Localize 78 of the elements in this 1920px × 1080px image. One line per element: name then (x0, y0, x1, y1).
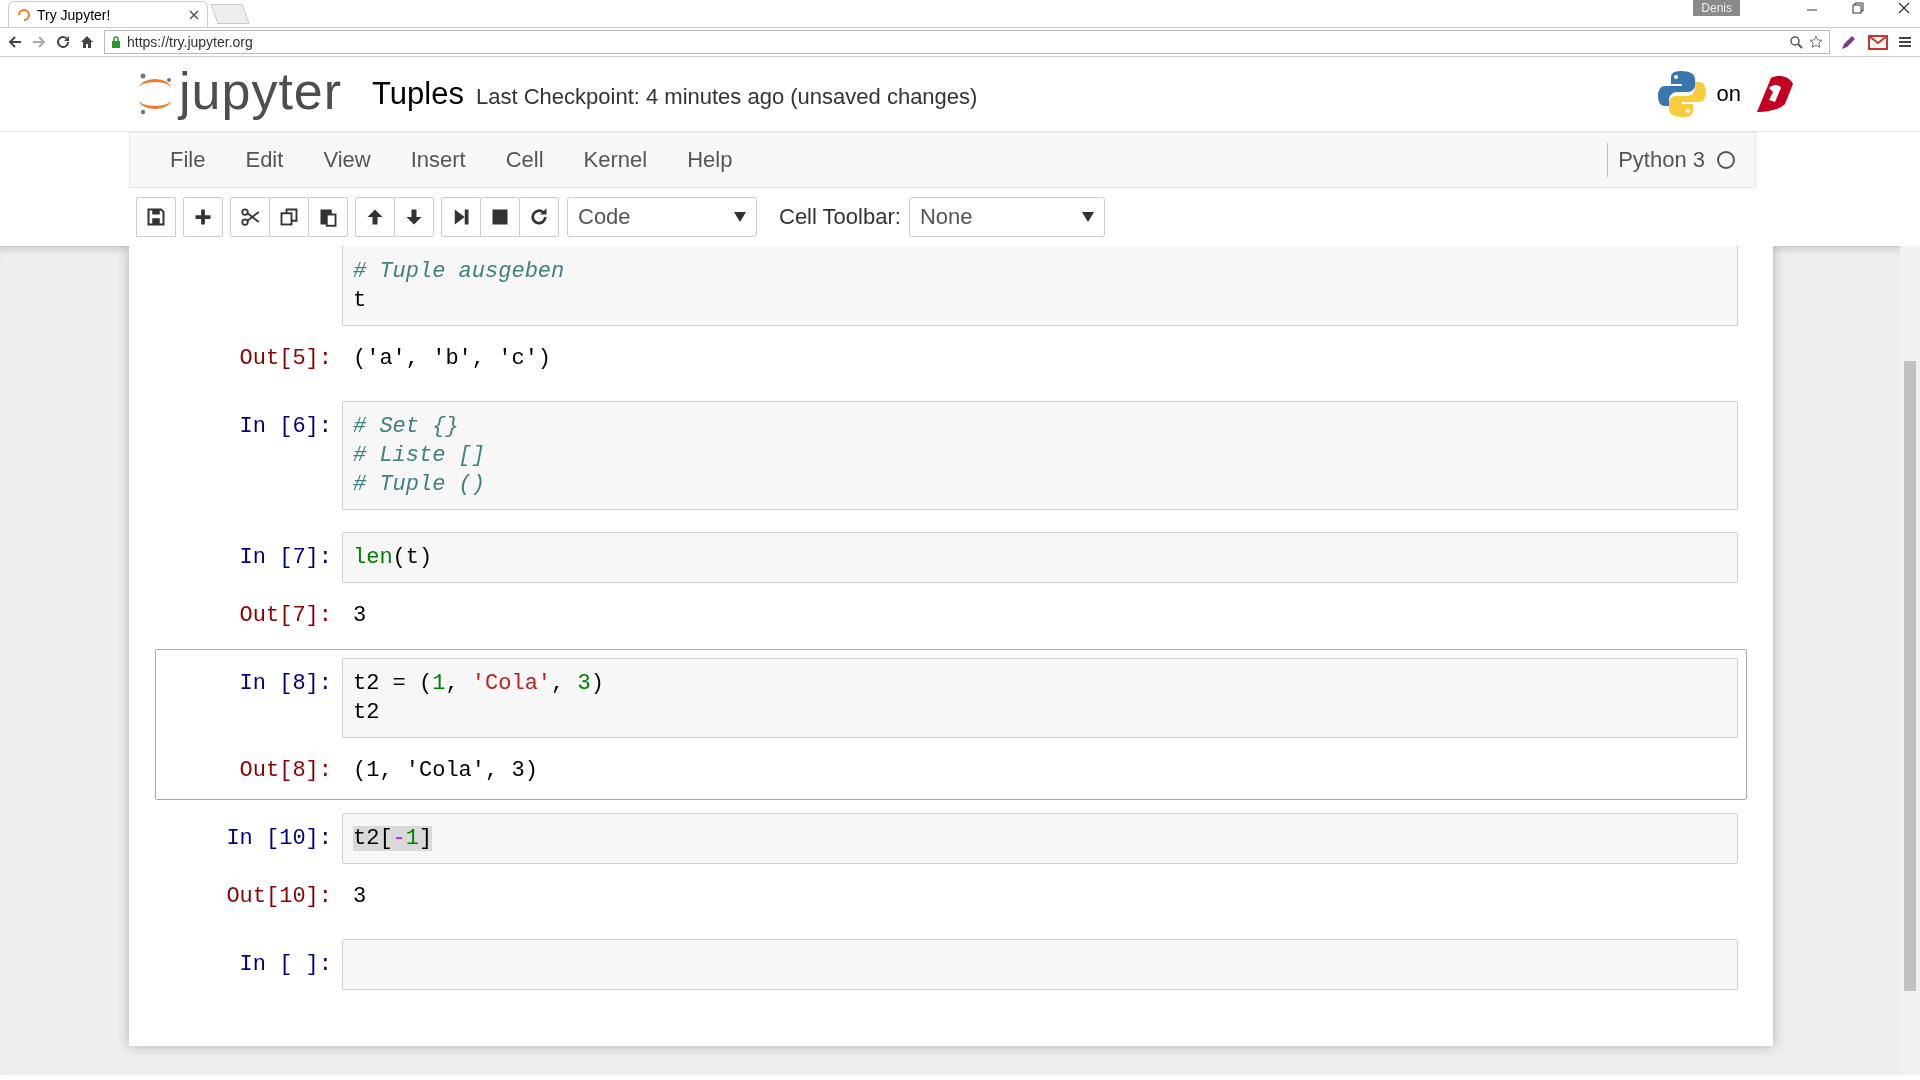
arrow-down-button[interactable] (394, 197, 434, 237)
python-logo-icon (1656, 69, 1707, 119)
code-input-field[interactable]: # Set {} # Liste [] # Tuple () (342, 401, 1738, 510)
arrow-up-icon (365, 207, 385, 227)
stop-icon (490, 207, 510, 227)
pen-icon[interactable] (1840, 33, 1858, 51)
stop-button[interactable] (480, 197, 520, 237)
step-forward-button[interactable] (441, 197, 481, 237)
menu-item[interactable]: View (303, 147, 391, 173)
menu-item[interactable]: Help (667, 147, 753, 173)
scissors-icon (240, 207, 260, 227)
cell-output: ('a', 'b', 'c') (352, 345, 553, 373)
save-button[interactable] (136, 197, 176, 237)
arrow-down-icon (404, 207, 424, 227)
output-prompt: Out[7]: (238, 602, 333, 630)
input-prompt: In [6]: (238, 413, 333, 441)
code-input-field[interactable]: t2 = (1, 'Cola', 3) t2 (342, 658, 1738, 738)
mail-icon[interactable] (1868, 33, 1888, 51)
paste-button[interactable] (308, 197, 348, 237)
arrow-up-button[interactable] (355, 197, 395, 237)
reload-icon[interactable] (56, 35, 70, 49)
notebook-title[interactable]: Tuples (372, 76, 464, 112)
caret-icon (734, 212, 746, 222)
notebook-cell[interactable]: In [6]: # Set {} # Liste [] # Tuple () (155, 392, 1747, 519)
scissors-button[interactable] (230, 197, 270, 237)
copy-button[interactable] (269, 197, 309, 237)
save-icon (146, 207, 166, 227)
code-input-field[interactable]: # Tuple ausgeben t (342, 246, 1738, 326)
loader-icon (17, 7, 31, 22)
refresh-button[interactable] (519, 197, 559, 237)
caret-icon (1081, 212, 1094, 222)
paste-icon (318, 207, 338, 227)
input-prompt: In [8]: (238, 670, 333, 698)
close-icon[interactable] (189, 9, 199, 20)
input-prompt: In [ ]: (238, 951, 333, 979)
cell-type-dropdown[interactable]: Code (567, 197, 757, 237)
kernel-name: Python 3 (1618, 147, 1705, 173)
browser-tab[interactable]: Try Jupyter! (8, 1, 208, 27)
host-label: on (1716, 81, 1741, 107)
input-prompt: In [7]: (238, 544, 333, 572)
cell-output: (1, 'Cola', 3) (352, 757, 539, 785)
restore-icon[interactable] (1852, 2, 1864, 14)
copy-icon (279, 207, 299, 227)
output-prompt: Out[5]: (238, 345, 333, 373)
notebook-cell[interactable]: In [ ]: (155, 930, 1747, 999)
scrollbar[interactable] (1900, 246, 1920, 1075)
address-bar[interactable]: https://try.jupyter.org (104, 30, 1830, 54)
code-input-field[interactable]: t2[-1] (342, 813, 1738, 864)
output-prompt: Out[10]: (225, 883, 333, 911)
input-prompt: In [10]: (225, 825, 333, 853)
cell-toolbar-dropdown[interactable]: None (908, 197, 1105, 237)
close-icon[interactable] (1898, 2, 1910, 14)
menu-item[interactable]: Edit (225, 147, 304, 173)
code-input-field[interactable]: len(t) (342, 532, 1738, 583)
star-icon[interactable] (1809, 35, 1823, 49)
output-prompt: Out[8]: (238, 757, 333, 785)
menu-icon[interactable] (1898, 35, 1912, 49)
cell-output: 3 (352, 883, 368, 911)
user-badge: Denis (1693, 0, 1740, 16)
menu-item[interactable]: Cell (485, 147, 564, 173)
notebook-cell[interactable]: # Tuple ausgeben t Out[5]: ('a', 'b', 'c') (155, 246, 1747, 388)
checkpoint-status: Last Checkpoint: 4 minutes ago (unsaved changes) (476, 83, 978, 110)
plus-icon (193, 207, 213, 227)
cell-toolbar-label: Cell Toolbar: (779, 204, 901, 230)
home-icon[interactable] (80, 35, 94, 49)
plus-button[interactable] (183, 197, 223, 237)
logo-text[interactable]: jupyter (179, 61, 343, 121)
code-input-field[interactable] (342, 939, 1738, 990)
menu-item[interactable]: File (150, 147, 226, 173)
menu-item[interactable]: Insert (390, 147, 486, 173)
refresh-icon (529, 207, 549, 227)
back-icon[interactable] (8, 35, 22, 49)
menu-item[interactable]: Kernel (563, 147, 668, 173)
zoom-icon[interactable] (1789, 35, 1803, 49)
cell-output: 3 (352, 602, 368, 630)
notebook-cell[interactable]: In [8]: t2 = (1, 'Cola', 3) t2 Out[8]: (1, 'Cola', 3) (155, 649, 1747, 800)
notebook-cell[interactable]: In [10]: t2[-1] Out[10]: 3 (155, 804, 1747, 926)
lock-icon (111, 36, 121, 48)
